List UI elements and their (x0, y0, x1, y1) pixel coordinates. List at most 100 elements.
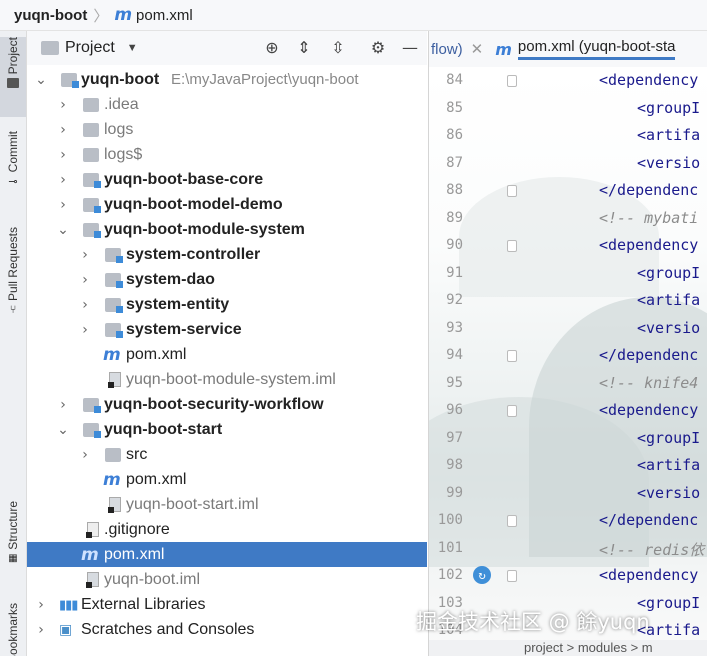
code-line[interactable]: 88 </dependenc (429, 177, 707, 204)
project-panel-title[interactable]: Project (65, 39, 115, 57)
code-line[interactable]: 84 <dependency (429, 67, 707, 94)
locate-icon[interactable]: ⊕ (263, 39, 281, 57)
fold-marker[interactable] (507, 75, 517, 87)
line-number: 86 (446, 127, 463, 143)
code-text: </dependenc (599, 181, 699, 199)
code-line[interactable]: 96 <dependency (429, 397, 707, 424)
maven-file-icon: m (103, 469, 121, 490)
maven-file-icon: m (114, 5, 133, 25)
tree-row[interactable]: yuqn-boot-module-system.iml (27, 367, 427, 392)
tree-label: src (126, 445, 148, 463)
expand-all-icon[interactable]: ⇕ (295, 39, 313, 57)
code-line[interactable]: 95 <!-- knife4 (429, 370, 707, 397)
chevron-right-icon[interactable]: › (57, 173, 69, 187)
code-line[interactable]: 102 ↻ <dependency (429, 562, 707, 589)
code-line[interactable]: 99 <versio (429, 480, 707, 507)
code-line[interactable]: 86 <artifa (429, 122, 707, 149)
tree-row[interactable]: › system-entity (27, 292, 427, 317)
tree-label: pom.xml (126, 470, 187, 488)
tree-row[interactable]: › ▮▮▮ External Libraries (27, 592, 427, 617)
collapse-all-icon[interactable]: ⇳ (329, 39, 347, 57)
code-line[interactable]: 97 <groupI (429, 425, 707, 452)
chevron-right-icon[interactable]: › (57, 123, 69, 137)
tree-row[interactable]: .gitignore (27, 517, 427, 542)
code-line[interactable]: 98 <artifa (429, 452, 707, 479)
tree-row[interactable]: › system-controller (27, 242, 427, 267)
chevron-right-icon[interactable]: › (57, 148, 69, 162)
minimize-icon[interactable]: — (401, 39, 419, 57)
tree-row[interactable]: › .idea (27, 92, 427, 117)
chevron-down-icon[interactable]: ⌄ (57, 423, 69, 437)
tab-pull-requests[interactable]: Pull Requests ⑂ (0, 227, 26, 339)
tree-label: logs$ (104, 145, 143, 163)
chevron-right-icon[interactable]: › (79, 323, 91, 337)
close-icon[interactable]: ✕ (471, 40, 484, 58)
code-line[interactable]: 94 </dependenc (429, 342, 707, 369)
chevron-down-icon[interactable]: ▼ (127, 42, 138, 54)
tree-row[interactable]: › yuqn-boot-model-demo (27, 192, 427, 217)
code-line[interactable]: 89 <!-- mybati (429, 205, 707, 232)
chevron-down-icon[interactable]: ⌄ (35, 73, 47, 87)
tab-structure[interactable]: Structure ▦ (0, 501, 26, 581)
code-line[interactable]: 92 <artifa (429, 287, 707, 314)
chevron-down-icon[interactable]: ⌄ (57, 223, 69, 237)
tree-row[interactable]: yuqn-boot-start.iml (27, 492, 427, 517)
code-line[interactable]: 101 <!-- redis依 (429, 535, 707, 562)
tree-row[interactable]: › logs (27, 117, 427, 142)
chevron-right-icon[interactable]: › (79, 448, 91, 462)
tree-row[interactable]: ⌄ yuqn-boot-module-system (27, 217, 427, 242)
tree-row-selected[interactable]: m pom.xml (27, 542, 427, 567)
tree-row[interactable]: ⌄ yuqn-boot-start (27, 417, 427, 442)
fold-marker[interactable] (507, 350, 517, 362)
editor-tab-active[interactable]: pom.xml (yuqn-boot-sta (517, 38, 676, 60)
code-line[interactable]: 91 <groupI (429, 260, 707, 287)
tree-row-root[interactable]: ⌄ yuqn-boot E:\myJavaProject\yuqn-boot (27, 67, 427, 92)
chevron-right-icon[interactable]: › (79, 273, 91, 287)
gear-icon[interactable]: ⚙ (369, 39, 387, 57)
module-folder-icon (83, 222, 101, 238)
chevron-right-icon[interactable]: › (57, 198, 69, 212)
tree-row[interactable]: m pom.xml (27, 467, 427, 492)
tab-project[interactable]: Project (0, 37, 26, 117)
tree-row[interactable]: m pom.xml (27, 342, 427, 367)
tree-row[interactable]: › system-dao (27, 267, 427, 292)
breadcrumb-project[interactable]: yuqn-boot (14, 7, 87, 24)
code-line[interactable]: 90 <dependency (429, 232, 707, 259)
tree-row[interactable]: › logs$ (27, 142, 427, 167)
scratches-icon: ▣ (59, 621, 73, 637)
code-editor[interactable]: 84 <dependency 85 <groupI 86 <artifa 87 <versio… (429, 67, 707, 656)
fold-marker[interactable] (507, 185, 517, 197)
code-line[interactable]: 85 <groupI (429, 95, 707, 122)
code-line[interactable]: 87 <versio (429, 150, 707, 177)
tab-bookmarks[interactable]: Bookmarks (0, 603, 26, 656)
tree-row[interactable]: › system-service (27, 317, 427, 342)
fold-marker[interactable] (507, 405, 517, 417)
code-line[interactable]: 100 </dependenc (429, 507, 707, 534)
chevron-right-icon[interactable]: › (35, 623, 47, 637)
tree-path: E:\myJavaProject\yuqn-boot (171, 71, 359, 88)
chevron-right-icon[interactable]: › (79, 298, 91, 312)
gutter-action-icon[interactable]: ↻ (473, 566, 491, 584)
chevron-right-icon[interactable]: › (57, 98, 69, 112)
fold-marker[interactable] (507, 570, 517, 582)
tree-row[interactable]: yuqn-boot.iml (27, 567, 427, 592)
maven-file-icon: m (81, 544, 99, 565)
chevron-right-icon[interactable]: › (79, 248, 91, 262)
fold-marker[interactable] (507, 240, 517, 252)
fold-marker[interactable] (507, 515, 517, 527)
tree-row[interactable]: › src (27, 442, 427, 467)
tab-commit[interactable]: Commit ⊸ (0, 131, 26, 203)
breadcrumb-file[interactable]: pom.xml (136, 7, 193, 24)
tree-row[interactable]: › yuqn-boot-base-core (27, 167, 427, 192)
code-line[interactable]: 93 <versio (429, 315, 707, 342)
folder-icon (83, 122, 99, 137)
chevron-right-icon[interactable]: › (35, 598, 47, 612)
iml-file-icon (108, 497, 121, 513)
chevron-right-icon[interactable]: › (57, 398, 69, 412)
tree-row[interactable]: › yuqn-boot-security-workflow (27, 392, 427, 417)
line-number: 102 (437, 567, 463, 583)
editor-tab[interactable]: flow) (431, 41, 463, 58)
tree-row[interactable]: › ▣ Scratches and Consoles (27, 617, 427, 642)
watermark: 掘金技术社区 @ 餘yuqn (416, 610, 650, 634)
code-text: <versio (637, 318, 701, 337)
